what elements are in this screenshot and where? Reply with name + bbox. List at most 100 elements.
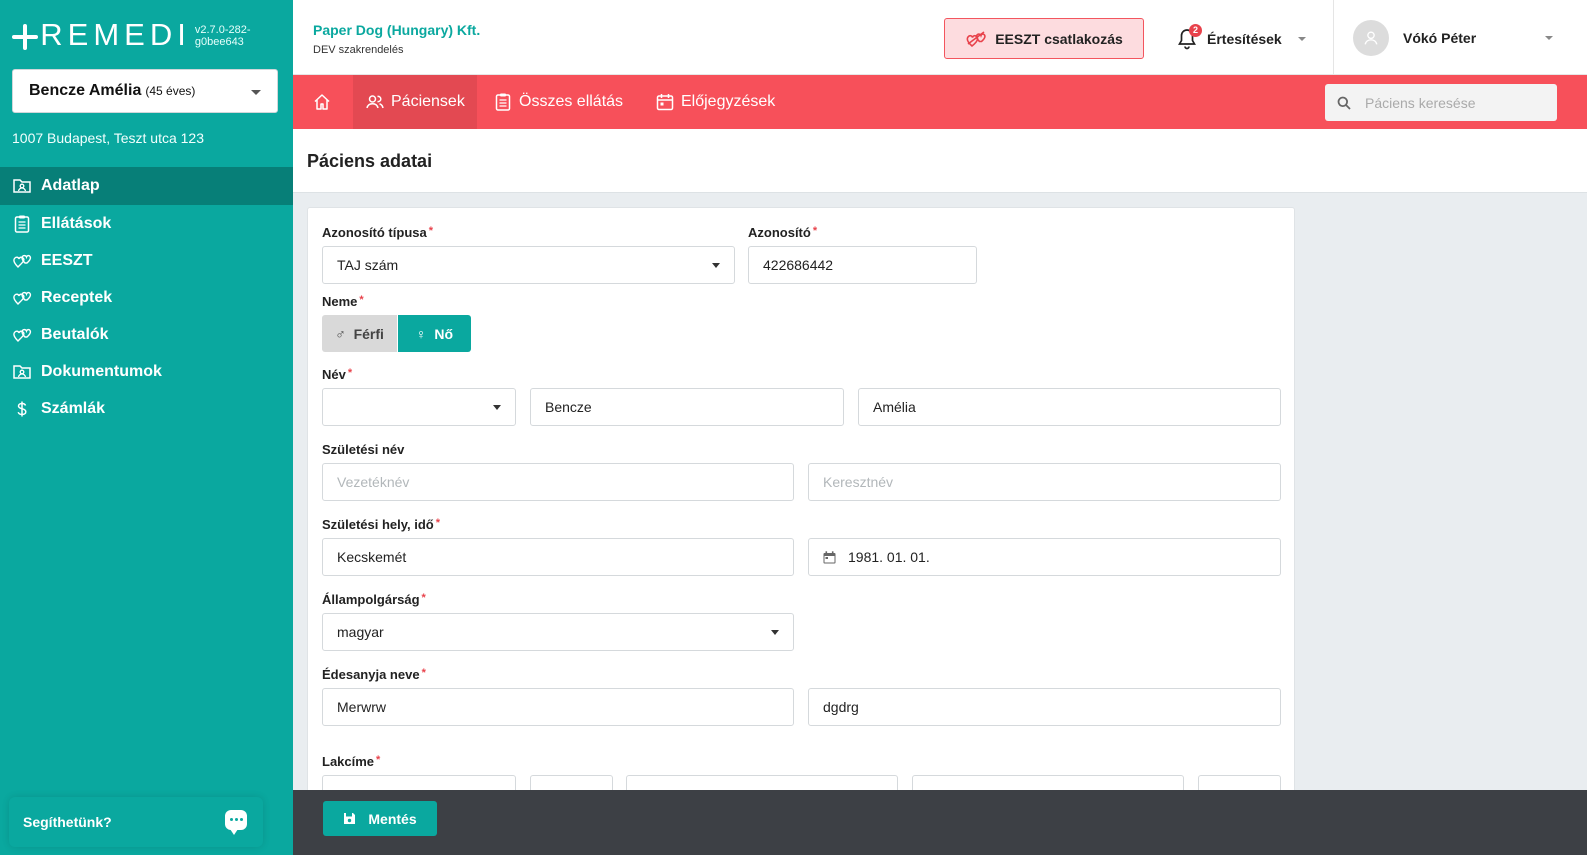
bell-icon: 2: [1177, 24, 1202, 50]
sidebar-item-label: Dokumentumok: [41, 362, 162, 380]
sidebar-item-ellatasok[interactable]: Ellátások: [0, 205, 293, 242]
first-name-input[interactable]: Amélia: [858, 388, 1281, 426]
help-label: Segíthetünk?: [23, 814, 112, 830]
patient-selector[interactable]: Bencze Amélia (45 éves): [12, 69, 278, 113]
page-title: Páciens adatai: [307, 151, 433, 171]
sidebar: REMEDI v2.7.0-282-g0bee643 Bencze Amélia…: [0, 0, 293, 855]
id-input[interactable]: 422686442: [748, 246, 977, 284]
help-widget[interactable]: Segíthetünk?: [9, 797, 263, 847]
id-type-select[interactable]: TAJ szám: [322, 246, 735, 284]
patient-form: Azonosító típusa * TAJ szám Azonosító * 42…: [307, 207, 1295, 807]
sidebar-item-szamlak[interactable]: Számlák: [0, 390, 293, 427]
bottom-action-bar: Mentés: [293, 790, 1587, 855]
patient-age: (45 éves): [145, 84, 196, 98]
eeszt-hearts-icon: [12, 325, 32, 345]
sidebar-item-dokumentumok[interactable]: Dokumentumok: [0, 353, 293, 390]
calendar-icon: [823, 550, 836, 563]
address-label: Lakcíme *: [322, 754, 381, 769]
search-icon: [1337, 96, 1351, 110]
gender-label: Neme *: [322, 294, 364, 309]
chevron-down-icon: [493, 405, 501, 410]
mother-first-name-input[interactable]: dgdrg: [808, 688, 1281, 726]
gender-male-button[interactable]: ♂ Férfi: [322, 315, 397, 352]
logo-text: REMEDI: [40, 17, 191, 52]
tab-label: Előjegyzések: [681, 93, 776, 110]
sidebar-item-adatlap[interactable]: Adatlap: [0, 167, 293, 205]
gender-female-button[interactable]: ♀ Nő: [398, 315, 471, 352]
eeszt-connect-label: EESZT csatlakozás: [995, 30, 1123, 47]
name-label: Név *: [322, 367, 353, 382]
folder-user-icon: [12, 362, 32, 382]
organization-info: Paper Dog (Hungary) Kft. DEV szakrendelé…: [313, 22, 480, 56]
home-icon: [314, 94, 330, 110]
id-label: Azonosító *: [748, 225, 818, 240]
tab-label: Összes ellátás: [519, 93, 624, 110]
sidebar-item-label: EESZT: [41, 251, 93, 269]
tab-osszes-ellatas[interactable]: Összes ellátás: [493, 75, 623, 129]
save-icon: [344, 813, 356, 824]
eeszt-hearts-icon: [12, 288, 32, 308]
eeszt-connect-button[interactable]: EESZT csatlakozás: [944, 18, 1144, 59]
birth-name-label: Születési név: [322, 442, 405, 457]
logo-plus-icon: [12, 22, 38, 52]
sidebar-item-label: Beutalók: [41, 325, 109, 343]
last-name-input[interactable]: Bencze: [530, 388, 844, 426]
sidebar-item-receptek[interactable]: Receptek: [0, 279, 293, 316]
sidebar-item-beutalok[interactable]: Beutalók: [0, 316, 293, 353]
sidebar-item-label: Receptek: [41, 288, 113, 306]
chevron-down-icon: [712, 263, 720, 268]
male-icon: ♂: [335, 325, 346, 342]
sidebar-item-label: Adatlap: [41, 177, 100, 194]
tab-home[interactable]: [312, 75, 338, 129]
top-bar: Paper Dog (Hungary) Kft. DEV szakrendelé…: [293, 0, 1587, 75]
page-header: Páciens adatai: [293, 129, 1587, 193]
divider: [1333, 0, 1334, 75]
dollar-icon: [12, 399, 32, 419]
notifications-menu[interactable]: 2 Értesítések: [1177, 24, 1306, 50]
sidebar-item-label: Számlák: [41, 399, 106, 417]
logo[interactable]: REMEDI v2.7.0-282-g0bee643: [12, 18, 293, 52]
user-name: Vókó Péter: [1403, 30, 1477, 46]
birth-first-name-input[interactable]: Keresztnév: [808, 463, 1281, 501]
citizenship-label: Állampolgárság *: [322, 592, 426, 607]
birth-place-input[interactable]: Kecskemét: [322, 538, 794, 576]
female-icon: ♀: [415, 325, 427, 342]
user-icon: [1364, 31, 1378, 45]
chat-icon[interactable]: [225, 810, 247, 835]
tab-elojegyzesek[interactable]: Előjegyzések: [655, 75, 775, 129]
clipboard-icon: [12, 214, 32, 234]
patient-search-input[interactable]: Páciens keresése: [1325, 84, 1557, 121]
chevron-down-icon: [771, 630, 779, 635]
main-nav: Páciensek Összes ellátás Előjegyzések Pá…: [293, 75, 1587, 129]
users-icon: [366, 95, 384, 109]
id-type-label: Azonosító típusa *: [322, 225, 433, 240]
chevron-down-icon: [251, 90, 261, 95]
sidebar-nav: Adatlap Ellátások EESZT Receptek Beutaló…: [0, 167, 293, 427]
app-version: v2.7.0-282-g0bee643: [194, 24, 251, 48]
tab-label: Páciensek: [391, 93, 465, 110]
eeszt-hearts-icon: [12, 251, 32, 271]
eeszt-hearts-icon: [966, 30, 986, 47]
sidebar-item-eeszt[interactable]: EESZT: [0, 242, 293, 279]
mother-last-name-input[interactable]: Merwrw: [322, 688, 794, 726]
birth-date-input[interactable]: 1981. 01. 01.: [808, 538, 1281, 576]
citizenship-select[interactable]: magyar: [322, 613, 794, 651]
birth-place-label: Születési hely, idő *: [322, 517, 441, 532]
notifications-label: Értesítések: [1207, 31, 1282, 47]
birth-last-name-input[interactable]: Vezetéknév: [322, 463, 794, 501]
chevron-down-icon: [1545, 36, 1553, 40]
search-placeholder: Páciens keresése: [1365, 94, 1476, 111]
organization-name: Paper Dog (Hungary) Kft.: [313, 22, 481, 38]
patient-name: Bencze Amélia: [29, 82, 142, 99]
tab-paciensek[interactable]: Páciensek: [353, 75, 477, 129]
save-button[interactable]: Mentés: [323, 801, 437, 836]
name-prefix-select[interactable]: [322, 388, 516, 426]
clipboard-icon: [495, 93, 511, 111]
user-menu[interactable]: Vókó Péter: [1353, 20, 1553, 56]
calendar-icon: [656, 94, 674, 111]
notification-count-badge: 2: [1189, 24, 1202, 37]
mother-name-label: Édesanyja neve *: [322, 667, 426, 682]
sidebar-item-label: Ellátások: [41, 214, 112, 232]
chevron-down-icon: [1297, 37, 1306, 41]
organization-unit: DEV szakrendelés: [313, 44, 404, 56]
